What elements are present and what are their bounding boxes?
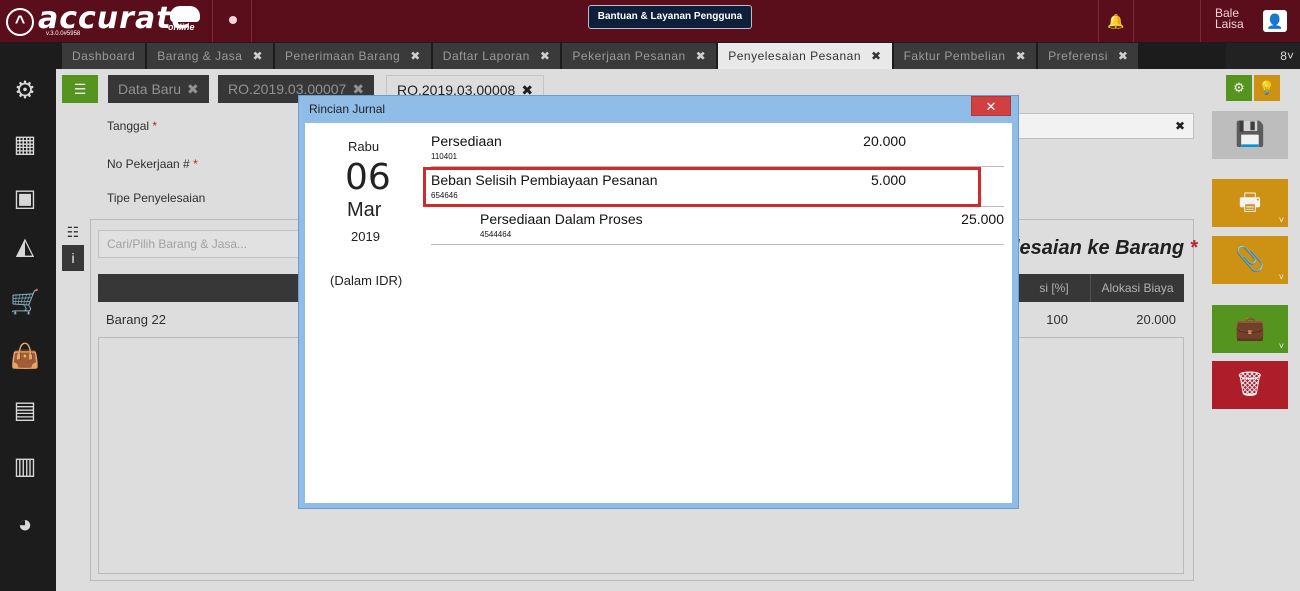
user-name: Bale Laisa xyxy=(1215,6,1244,31)
date-day-name: Rabu xyxy=(348,139,380,154)
chevron-down-icon: ˅ xyxy=(1286,49,1294,63)
cart-icon[interactable]: 🛒 xyxy=(9,287,41,319)
main-tabs: Dashboard Barang & Jasa ✖ Penerimaan Bara… xyxy=(62,43,1140,69)
close-icon[interactable]: ✖ xyxy=(1016,49,1027,63)
app-logo[interactable]: ^ accurate xyxy=(6,2,193,40)
account-code: 110401 xyxy=(431,152,458,161)
credit-amount: 25.000 xyxy=(961,211,1004,227)
account-name: Persediaan xyxy=(431,133,502,149)
user-menu[interactable]: Bale Laisa 👤 xyxy=(1200,0,1300,42)
close-icon[interactable]: ✖ xyxy=(1118,49,1129,63)
grid-icon[interactable]: ▦ xyxy=(9,129,41,161)
calculator-icon[interactable]: ▤ xyxy=(9,395,41,427)
tab-label: Penyelesaian Pesanan xyxy=(728,49,861,63)
book-icon[interactable]: ▣ xyxy=(9,183,41,215)
tabs-more-button[interactable]: 8˅ xyxy=(1226,43,1300,69)
pie-icon[interactable]: ◕ xyxy=(9,509,41,541)
tab-pekerjaan-pesanan[interactable]: Pekerjaan Pesanan ✖ xyxy=(562,43,717,69)
debit-amount: 20.000 xyxy=(863,133,906,149)
close-icon[interactable]: ✖ xyxy=(696,49,707,63)
building-icon[interactable]: ▥ xyxy=(9,451,41,483)
tab-preferensi[interactable]: Preferensi ✖ xyxy=(1038,43,1139,69)
tab-barang-jasa[interactable]: Barang & Jasa ✖ xyxy=(147,43,273,69)
bag-icon[interactable]: 👜 xyxy=(9,341,41,373)
tab-label: Barang & Jasa xyxy=(157,49,243,63)
journal-row: Persediaan 110401 20.000 xyxy=(431,129,1004,167)
logo-mark-icon: ^ xyxy=(6,8,34,36)
gear-icon[interactable]: ⚙ xyxy=(9,75,41,107)
highlight-box xyxy=(423,167,981,207)
tab-label: Dashboard xyxy=(72,49,136,63)
currency-note: (Dalam IDR) xyxy=(330,273,403,288)
cloud-icon xyxy=(170,6,200,22)
tab-label: Faktur Pembelian xyxy=(903,49,1006,63)
date-year: 2019 xyxy=(351,229,380,244)
brand-sub: online xyxy=(168,22,195,32)
close-icon[interactable]: ✖ xyxy=(410,49,421,63)
help-button[interactable]: Bantuan & Layanan Pengguna xyxy=(588,5,752,29)
status-dot-icon xyxy=(229,16,237,24)
tab-label: Preferensi xyxy=(1048,49,1108,63)
bell-icon[interactable]: 🔔 xyxy=(1098,0,1134,42)
tab-label: Daftar Laporan xyxy=(442,49,530,63)
sidebar: ⚙ ▦ ▣ ◭ 🛒 👜 ▤ ▥ ◕ xyxy=(0,69,50,591)
account-name: Persediaan Dalam Proses xyxy=(480,211,643,227)
date-month: Mar xyxy=(347,199,382,221)
journal-detail-dialog: Rincian Jurnal ✕ Rabu 06 Mar 2019 (Dalam… xyxy=(298,95,1019,509)
dialog-body: Rabu 06 Mar 2019 (Dalam IDR) Persediaan … xyxy=(305,123,1012,503)
dialog-title: Rincian Jurnal xyxy=(309,102,386,116)
version-label: v.3.0.0#5958 xyxy=(46,31,81,37)
close-icon: ✕ xyxy=(985,99,997,114)
close-icon[interactable]: ✖ xyxy=(871,49,882,63)
tab-penyelesaian-pesanan[interactable]: Penyelesaian Pesanan ✖ xyxy=(718,43,892,69)
account-code: 4544464 xyxy=(480,230,512,239)
tab-dashboard[interactable]: Dashboard xyxy=(62,43,146,69)
date-day-number: 06 xyxy=(345,157,391,198)
user-icon[interactable]: 👤 xyxy=(1263,10,1287,32)
tab-penerimaan-barang[interactable]: Penerimaan Barang ✖ xyxy=(275,43,431,69)
tab-faktur-pembelian[interactable]: Faktur Pembelian ✖ xyxy=(893,43,1037,69)
tab-daftar-laporan[interactable]: Daftar Laporan ✖ xyxy=(432,43,561,69)
journal-row: Persediaan Dalam Proses 4544464 25.000 xyxy=(431,207,1004,245)
tabs-more-count: 8 xyxy=(1280,49,1287,63)
tab-label: Penerimaan Barang xyxy=(285,49,401,63)
close-icon[interactable]: ✖ xyxy=(540,49,551,63)
wallet-icon[interactable]: ◭ xyxy=(9,231,41,263)
top-bar: ^ accurate online v.3.0.0#5958 Bantuan &… xyxy=(0,0,1300,42)
tab-label: Pekerjaan Pesanan xyxy=(572,49,686,63)
dialog-close-button[interactable]: ✕ xyxy=(971,96,1011,116)
close-icon[interactable]: ✖ xyxy=(252,49,263,63)
